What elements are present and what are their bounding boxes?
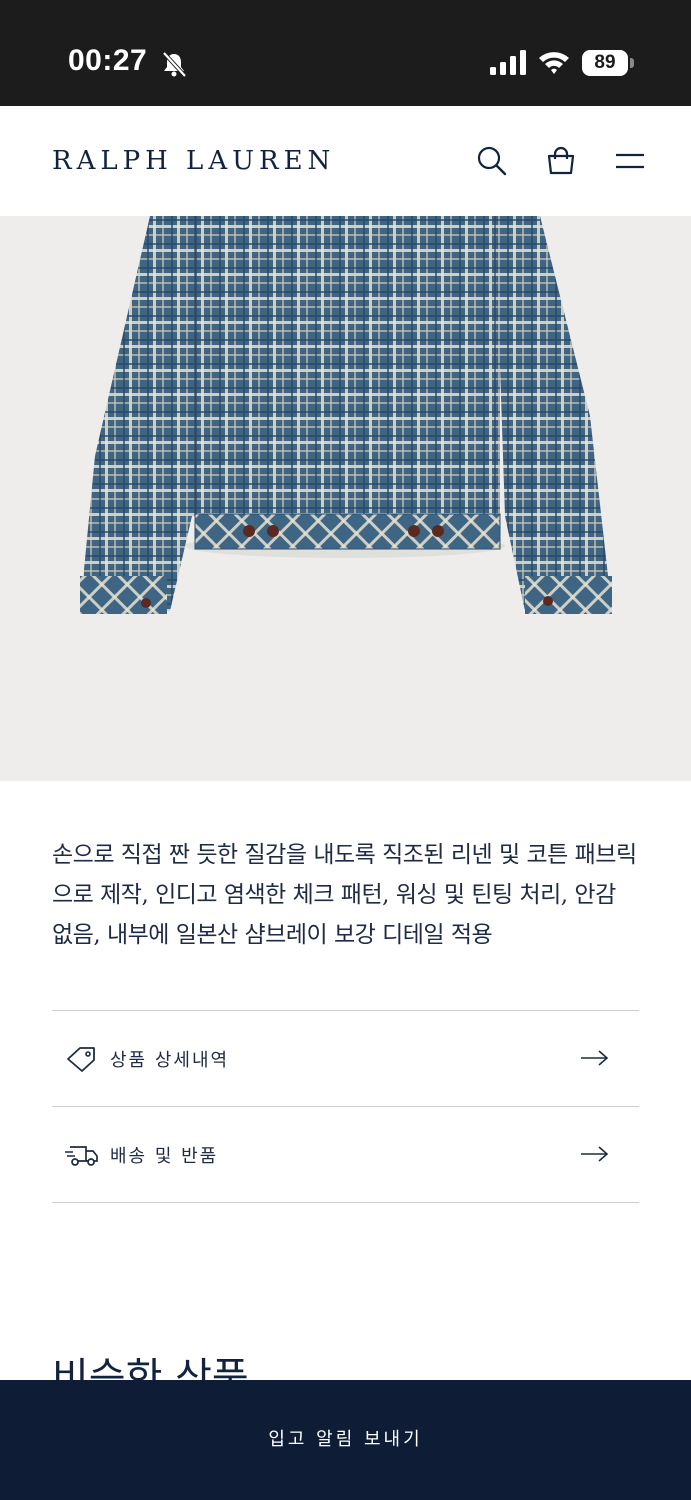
battery-icon: 89 (582, 50, 634, 76)
mute-bell-icon (162, 51, 187, 78)
menu-icon[interactable] (613, 144, 647, 178)
product-details-label: 상품 상세내역 (110, 1050, 230, 1071)
shipping-returns-row[interactable]: 배송 및 반품 (52, 1107, 639, 1202)
notify-in-stock-button[interactable]: 입고 알림 보내기 (0, 1380, 691, 1500)
battery-tip (630, 58, 634, 68)
delivery-truck-icon (65, 1146, 98, 1166)
arrow-right-icon (581, 1050, 609, 1066)
search-icon[interactable] (475, 144, 509, 178)
divider (52, 1202, 639, 1203)
bottom-action-bar: 입고 알림 보내기 (0, 1380, 691, 1500)
status-time: 00:27 (68, 44, 148, 77)
site-header: RALPH LAUREN (0, 106, 691, 216)
brand-logo[interactable]: RALPH LAUREN (52, 146, 335, 176)
status-bar: 00:27 89 (0, 0, 691, 106)
product-image[interactable] (0, 216, 691, 781)
battery-level: 89 (582, 50, 628, 76)
product-description: 손으로 직접 짠 듯한 질감을 내도록 직조된 리넨 및 코튼 패브릭으로 제작… (52, 842, 637, 948)
jacket-illustration (80, 216, 612, 614)
wifi-icon (539, 52, 569, 74)
product-details-row[interactable]: 상품 상세내역 (52, 1011, 639, 1106)
shopping-bag-icon[interactable] (544, 144, 578, 178)
arrow-right-icon (581, 1146, 609, 1162)
cellular-signal-icon (490, 50, 526, 75)
shipping-returns-label: 배송 및 반품 (110, 1146, 219, 1167)
price-tag-icon (67, 1047, 95, 1072)
